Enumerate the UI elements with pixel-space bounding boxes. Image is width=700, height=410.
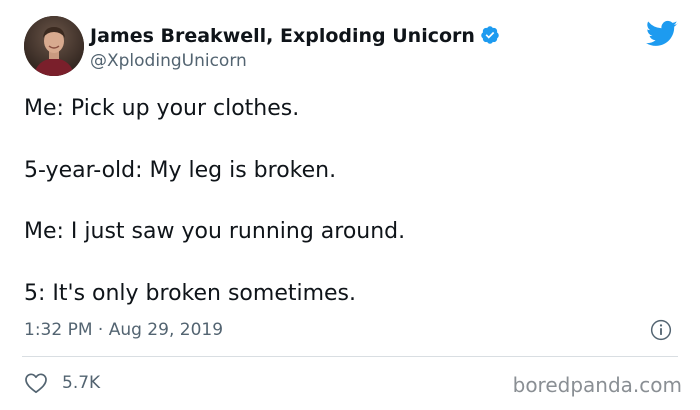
author-handle[interactable]: @XplodingUnicorn (90, 50, 247, 72)
tweet-card: James Breakwell, Exploding Unicorn @Xplo… (0, 0, 700, 410)
author-name-text: James Breakwell, Exploding Unicorn (90, 25, 475, 47)
twitter-bird-icon[interactable] (646, 20, 678, 48)
watermark-text: boredpanda.com (512, 373, 682, 397)
heart-icon (25, 373, 47, 394)
avatar-photo (24, 16, 84, 76)
tweet-line: 5-year-old: My leg is broken. (24, 158, 337, 183)
divider (22, 356, 678, 357)
tweet-timestamp[interactable]: 1:32 PM · Aug 29, 2019 (24, 319, 223, 341)
tweet-line: Me: Pick up your clothes. (24, 96, 300, 121)
tweet-line: 5: It's only broken sometimes. (24, 281, 357, 306)
like-button[interactable]: 5.7K (24, 371, 100, 395)
author-display-name[interactable]: James Breakwell, Exploding Unicorn (90, 24, 500, 48)
verified-badge-icon (481, 26, 499, 44)
like-count: 5.7K (62, 373, 101, 393)
author-avatar[interactable] (24, 16, 84, 76)
tweet-line: Me: I just saw you running around. (24, 219, 406, 244)
info-icon[interactable] (650, 319, 672, 341)
